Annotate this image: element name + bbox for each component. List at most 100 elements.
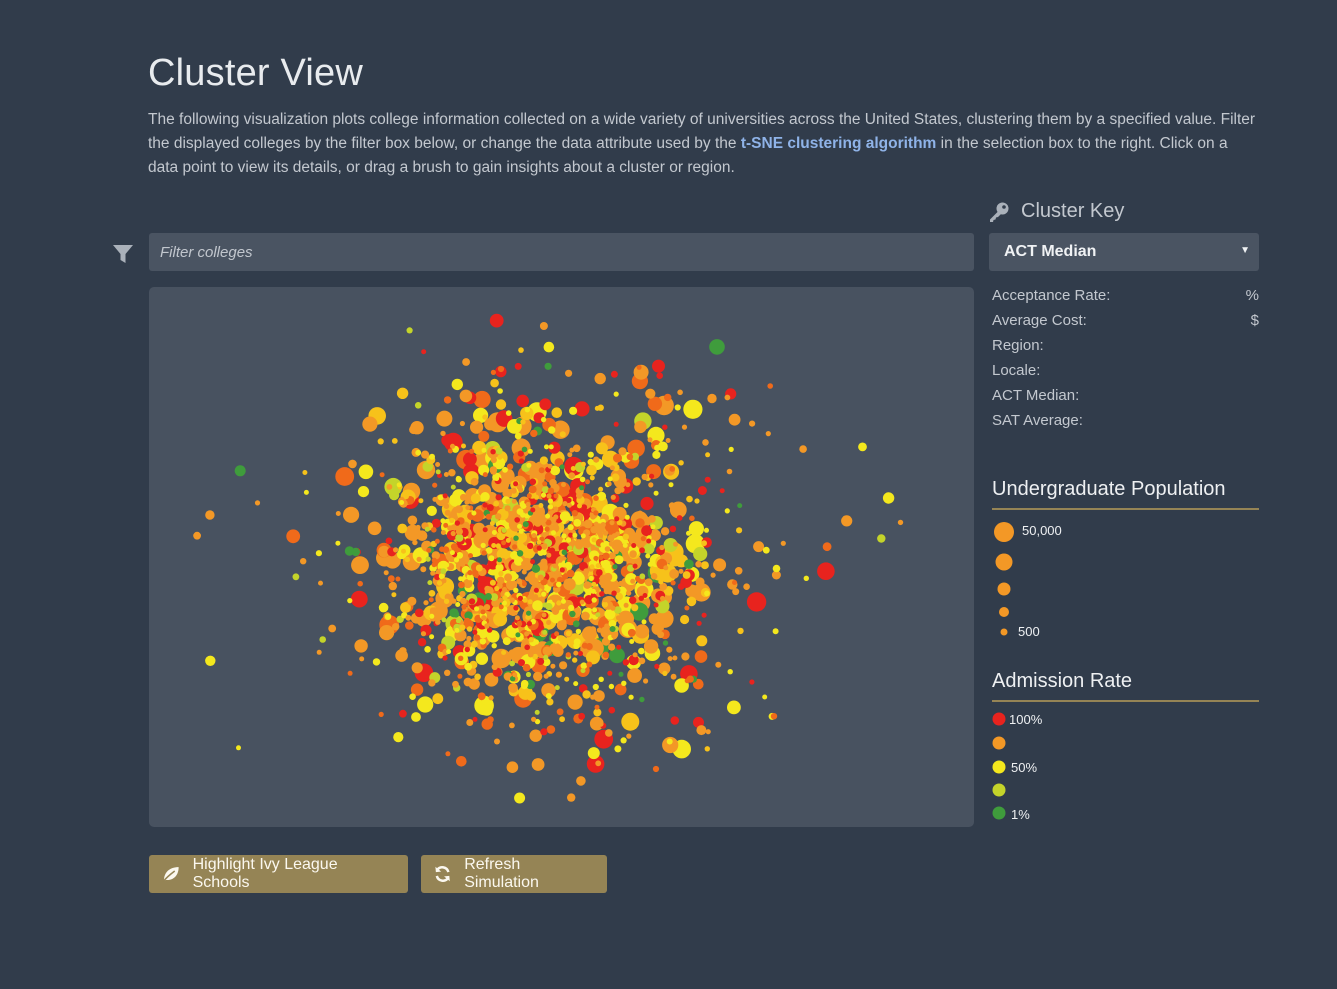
college-point[interactable] bbox=[595, 569, 603, 576]
college-point[interactable] bbox=[416, 556, 422, 562]
college-point[interactable] bbox=[593, 555, 599, 561]
college-point[interactable] bbox=[498, 597, 504, 603]
college-point[interactable] bbox=[359, 656, 365, 662]
college-point[interactable] bbox=[593, 456, 600, 463]
college-point[interactable] bbox=[652, 450, 661, 459]
college-point[interactable] bbox=[580, 461, 586, 467]
college-point[interactable] bbox=[662, 424, 668, 430]
college-point[interactable] bbox=[467, 570, 473, 576]
college-point[interactable] bbox=[531, 716, 537, 722]
college-point[interactable] bbox=[577, 503, 582, 509]
college-point[interactable] bbox=[399, 647, 407, 655]
college-point[interactable] bbox=[586, 628, 592, 634]
college-point[interactable] bbox=[672, 655, 678, 661]
college-point[interactable] bbox=[602, 597, 608, 603]
college-point[interactable] bbox=[441, 617, 447, 623]
college-point[interactable] bbox=[590, 526, 598, 534]
college-point[interactable] bbox=[513, 535, 519, 541]
college-point[interactable] bbox=[618, 601, 624, 607]
college-point[interactable] bbox=[610, 605, 616, 611]
college-point[interactable] bbox=[544, 526, 550, 532]
college-point[interactable] bbox=[525, 671, 532, 678]
college-point[interactable] bbox=[592, 683, 599, 691]
college-point[interactable] bbox=[450, 484, 456, 490]
college-point[interactable] bbox=[401, 548, 406, 554]
college-point[interactable] bbox=[424, 526, 430, 532]
college-point[interactable] bbox=[694, 498, 700, 504]
college-point[interactable] bbox=[666, 738, 673, 745]
college-point[interactable] bbox=[680, 685, 687, 692]
college-point[interactable] bbox=[696, 635, 708, 647]
college-point[interactable] bbox=[526, 610, 532, 616]
college-point[interactable] bbox=[695, 577, 705, 587]
college-point[interactable] bbox=[573, 650, 579, 656]
college-point[interactable] bbox=[734, 567, 743, 575]
college-point[interactable] bbox=[564, 676, 570, 682]
college-point[interactable] bbox=[448, 469, 456, 477]
college-point[interactable] bbox=[654, 663, 660, 669]
college-point[interactable] bbox=[497, 454, 503, 460]
college-point[interactable] bbox=[351, 547, 360, 557]
college-point[interactable] bbox=[539, 322, 548, 330]
college-point[interactable] bbox=[479, 638, 487, 645]
college-point[interactable] bbox=[351, 556, 369, 574]
college-point[interactable] bbox=[594, 405, 600, 411]
college-point[interactable] bbox=[622, 533, 629, 540]
college-point[interactable] bbox=[347, 670, 353, 676]
college-point[interactable] bbox=[627, 628, 636, 637]
college-point[interactable] bbox=[319, 636, 326, 643]
college-point[interactable] bbox=[631, 604, 639, 612]
college-point[interactable] bbox=[472, 716, 478, 722]
college-point[interactable] bbox=[663, 565, 669, 571]
college-point[interactable] bbox=[526, 493, 532, 499]
college-point[interactable] bbox=[372, 658, 381, 666]
college-point[interactable] bbox=[286, 529, 301, 544]
college-point[interactable] bbox=[450, 543, 458, 550]
college-point[interactable] bbox=[737, 503, 743, 509]
college-point[interactable] bbox=[563, 578, 576, 591]
college-point[interactable] bbox=[434, 538, 440, 544]
college-point[interactable] bbox=[629, 596, 637, 604]
college-point[interactable] bbox=[450, 530, 456, 537]
college-point[interactable] bbox=[707, 393, 717, 404]
college-point[interactable] bbox=[468, 598, 476, 605]
college-point[interactable] bbox=[516, 578, 523, 585]
college-point[interactable] bbox=[391, 592, 397, 598]
college-point[interactable] bbox=[629, 715, 635, 721]
college-point[interactable] bbox=[743, 583, 750, 590]
college-point[interactable] bbox=[459, 420, 465, 427]
college-point[interactable] bbox=[611, 473, 620, 482]
college-point[interactable] bbox=[458, 576, 464, 582]
college-point[interactable] bbox=[657, 631, 665, 639]
college-point[interactable] bbox=[415, 524, 421, 530]
college-point[interactable] bbox=[514, 559, 521, 566]
college-point[interactable] bbox=[513, 573, 519, 580]
college-point[interactable] bbox=[458, 581, 465, 589]
college-point[interactable] bbox=[693, 546, 708, 562]
college-point[interactable] bbox=[193, 531, 201, 540]
college-point[interactable] bbox=[653, 490, 659, 496]
college-point[interactable] bbox=[637, 510, 643, 517]
college-point[interactable] bbox=[460, 562, 466, 567]
college-point[interactable] bbox=[490, 369, 496, 375]
college-point[interactable] bbox=[648, 482, 654, 488]
tsne-link[interactable]: t-SNE clustering algorithm bbox=[741, 135, 937, 152]
college-point[interactable] bbox=[502, 637, 511, 646]
college-point[interactable] bbox=[495, 447, 503, 455]
college-point[interactable] bbox=[529, 478, 537, 486]
college-point[interactable] bbox=[555, 643, 561, 649]
college-point[interactable] bbox=[568, 604, 575, 611]
college-point[interactable] bbox=[546, 620, 552, 625]
college-point[interactable] bbox=[656, 372, 663, 379]
college-point[interactable] bbox=[417, 638, 427, 647]
college-point[interactable] bbox=[600, 582, 606, 589]
highlight-ivy-button[interactable]: Highlight Ivy League Schools bbox=[149, 855, 408, 893]
college-point[interactable] bbox=[582, 690, 591, 699]
college-point[interactable] bbox=[650, 524, 656, 530]
college-point[interactable] bbox=[503, 654, 509, 660]
college-point[interactable] bbox=[581, 611, 590, 621]
college-point[interactable] bbox=[518, 528, 524, 534]
college-point[interactable] bbox=[604, 546, 611, 552]
college-point[interactable] bbox=[547, 487, 555, 495]
college-point[interactable] bbox=[682, 571, 691, 579]
